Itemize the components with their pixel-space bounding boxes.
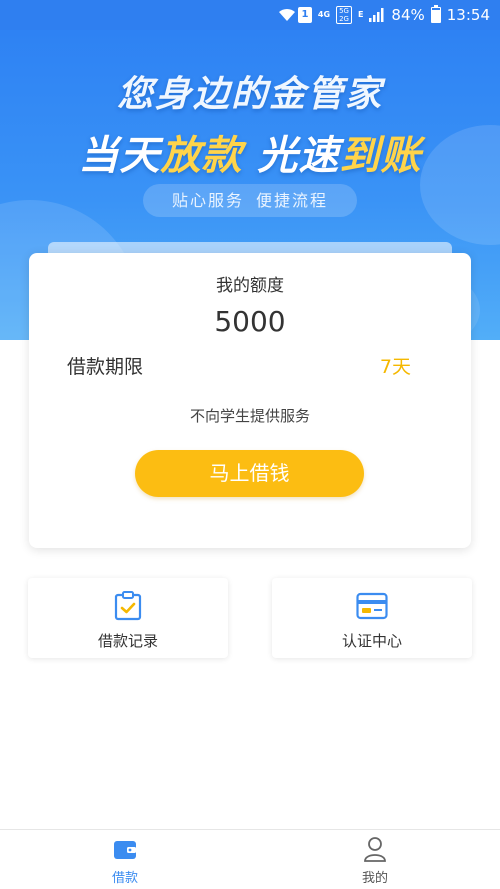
tab-borrow-label: 借款 — [111, 871, 138, 886]
network-type-5g: 5G — [339, 7, 349, 15]
slogan-part-4: 到账 — [339, 133, 422, 179]
verification-center-label: 认证中心 — [341, 632, 402, 650]
loan-home-screen: 1 4G 5G 2G E 84% 13:54 您身边的金管家 当天放款 光速到账 — [0, 0, 500, 889]
hero-slogan: 当天放款 光速到账 — [0, 123, 500, 181]
borrow-now-button[interactable]: 马上借钱 — [135, 450, 364, 497]
student-notice: 不向学生提供服务 — [189, 407, 310, 425]
slogan-part-1: 当天 — [78, 133, 161, 179]
network-type-2g: 2G — [339, 15, 349, 23]
quota-card: 我的额度 5000 借款期限 7天 不向学生提供服务 马上借钱 — [29, 253, 471, 548]
wallet-icon — [112, 836, 138, 862]
loan-records-tile[interactable]: 借款记录 — [28, 578, 228, 658]
battery-percent: 84% — [391, 6, 425, 24]
clipboard-check-icon — [112, 590, 144, 622]
tab-me-label: 我的 — [361, 871, 388, 886]
person-icon — [362, 836, 388, 862]
network-type-box: 5G 2G — [336, 6, 352, 24]
service-pill-left: 贴心服务 — [171, 191, 244, 210]
battery-icon — [430, 5, 441, 23]
loan-term-label: 借款期限 — [67, 356, 144, 378]
bottom-tab-bar: 借款 我的 — [0, 829, 500, 889]
service-pill: 贴心服务 便捷流程 — [143, 184, 357, 217]
tab-borrow[interactable]: 借款 — [75, 830, 175, 889]
network-type-e: E — [357, 10, 364, 19]
verification-center-tile[interactable]: 认证中心 — [272, 578, 472, 658]
quota-amount: 5000 — [214, 305, 286, 338]
wifi-icon: 1 — [278, 7, 312, 23]
clock: 13:54 — [446, 6, 490, 24]
tab-me[interactable]: 我的 — [325, 830, 425, 889]
network-type-4g: 4G — [317, 10, 331, 19]
status-bar: 1 4G 5G 2G E 84% 13:54 — [0, 0, 500, 30]
quota-label: 我的额度 — [216, 276, 284, 296]
hero-title: 您身边的金管家 — [116, 74, 383, 115]
loan-term-value: 7天 — [379, 356, 411, 378]
sim-slot-indicator: 1 — [297, 7, 312, 23]
slogan-part-2: 放款 — [160, 133, 243, 179]
service-pill-right: 便捷流程 — [256, 191, 329, 210]
slogan-part-3: 光速 — [257, 133, 340, 179]
id-card-icon — [356, 590, 388, 622]
signal-icon — [369, 8, 385, 22]
loan-records-label: 借款记录 — [97, 632, 158, 650]
